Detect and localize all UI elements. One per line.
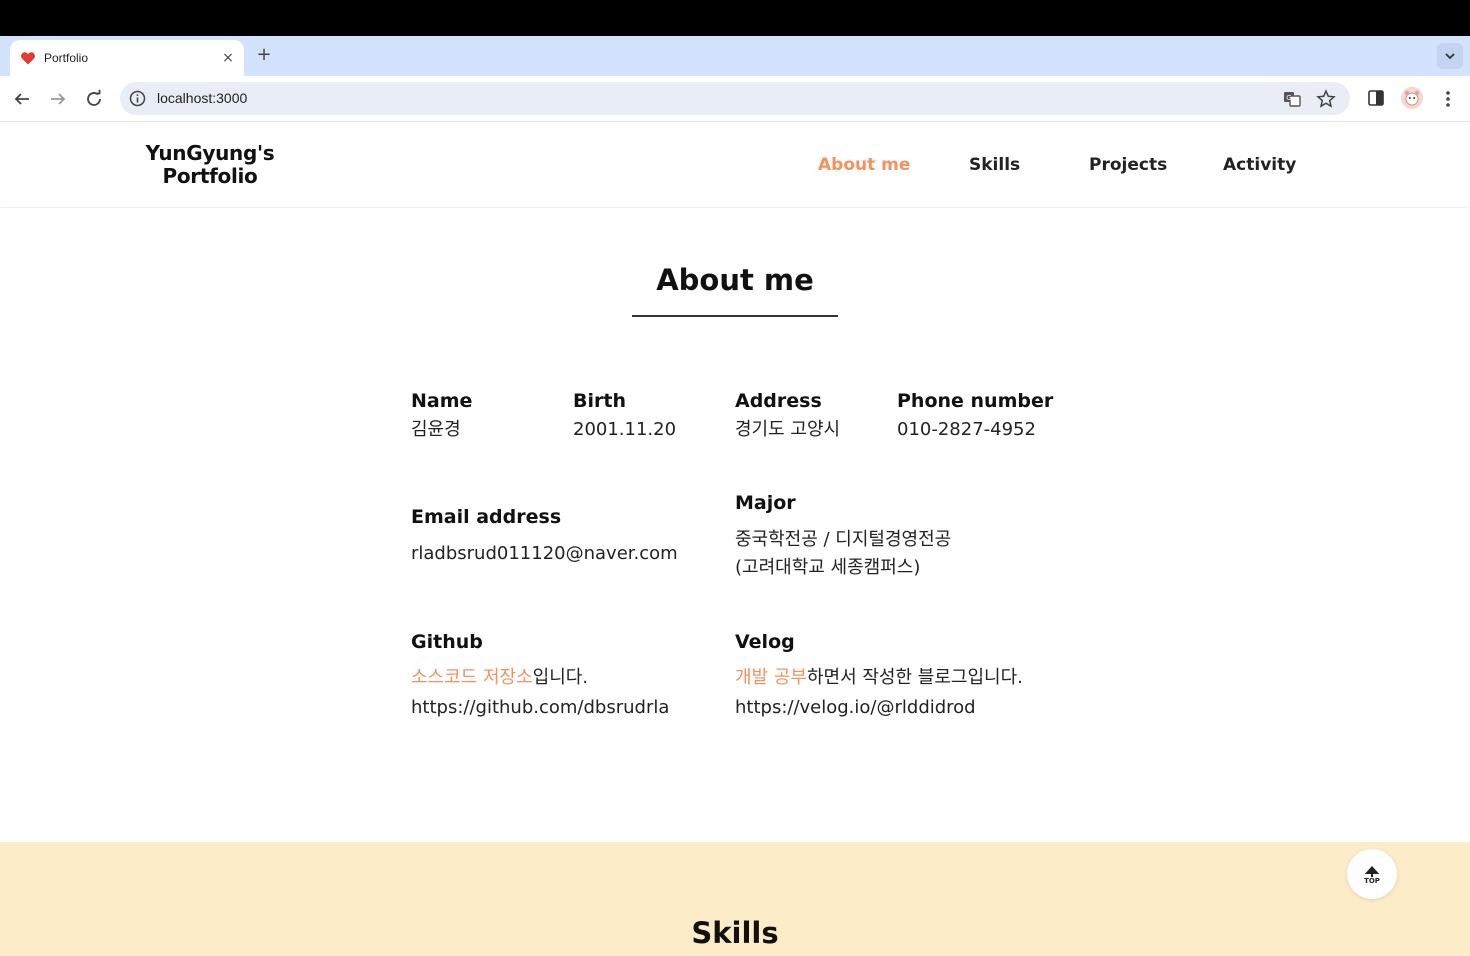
github-description-suffix: 입니다. <box>532 667 589 688</box>
velog-label: Velog <box>735 631 795 653</box>
tab-close-icon[interactable]: × <box>218 48 238 68</box>
browser-tabstrip: Portfolio × + <box>0 36 1470 76</box>
browser-tab[interactable]: Portfolio × <box>10 40 244 76</box>
translate-icon[interactable]: G <box>1282 89 1302 109</box>
github-description: 소스코드 저장소입니다. <box>411 664 588 692</box>
chevron-down-icon <box>1445 53 1455 60</box>
browser-toolbar: localhost:3000 G <box>0 76 1470 122</box>
email-value: rladbsrud011120@naver.com <box>411 543 678 564</box>
more-menu-icon[interactable] <box>1438 87 1458 111</box>
major-label: Major <box>735 492 796 514</box>
heart-icon <box>21 52 35 65</box>
nav-skills[interactable]: Skills <box>969 154 1020 176</box>
tab-search-button[interactable] <box>1437 43 1463 69</box>
address-label: Address <box>735 390 822 412</box>
nav-activity[interactable]: Activity <box>1223 154 1296 176</box>
address-bar[interactable]: localhost:3000 G <box>120 82 1350 115</box>
github-label: Github <box>411 631 483 653</box>
velog-description-suffix: 하면서 작성한 블로그입니다. <box>806 667 1023 688</box>
email-label: Email address <box>411 506 562 528</box>
address-value: 경기도 고양시 <box>735 419 841 440</box>
velog-description: 개발 공부하면서 작성한 블로그입니다. <box>735 664 1023 692</box>
site-logo[interactable]: YunGyung's Portfolio <box>130 142 290 188</box>
svg-text:G: G <box>1286 94 1291 102</box>
forward-arrow-icon[interactable] <box>46 87 70 111</box>
scroll-top-button[interactable]: TOP <box>1347 849 1397 899</box>
screen-top-bar <box>0 0 1470 36</box>
profile-avatar[interactable] <box>1401 87 1423 109</box>
tab-title: Portfolio <box>44 51 89 65</box>
velog-url: https://velog.io/@rlddidrod <box>735 697 976 718</box>
name-label: Name <box>411 390 473 412</box>
skills-title: Skills <box>691 916 779 950</box>
about-section: About me Name 김윤경 Birth 2001.11.20 Addre… <box>0 208 1470 842</box>
about-title: About me <box>656 263 814 297</box>
new-tab-button[interactable]: + <box>253 44 275 66</box>
scroll-top-label: TOP <box>1364 877 1380 885</box>
phone-value: 010-2827-4952 <box>897 419 1036 440</box>
birth-label: Birth <box>573 390 626 412</box>
side-panel-icon[interactable] <box>1366 88 1386 108</box>
major-value-line-2: (고려대학교 세종캠퍼스) <box>735 557 921 578</box>
skills-section: TOP Skills <box>0 842 1470 956</box>
bookmark-star-icon[interactable] <box>1315 88 1337 110</box>
velog-link[interactable]: 개발 공부 <box>735 667 807 688</box>
site-header: YunGyung's Portfolio About me Skills Pro… <box>0 123 1470 207</box>
logo-line-2: Portfolio <box>162 164 258 188</box>
reload-icon[interactable] <box>82 87 106 111</box>
github-url: https://github.com/dbsrudrla <box>411 697 670 718</box>
back-arrow-icon[interactable] <box>10 87 34 111</box>
birth-value: 2001.11.20 <box>573 419 677 440</box>
logo-line-1: YunGyung's <box>145 141 275 165</box>
arrow-up-icon <box>1364 866 1380 877</box>
major-value-line-1: 중국학전공 / 디지털경영전공 <box>735 529 952 550</box>
nav-projects[interactable]: Projects <box>1089 154 1167 176</box>
github-link[interactable]: 소스코드 저장소 <box>411 667 533 688</box>
about-title-underline <box>632 315 838 317</box>
url-text: localhost:3000 <box>157 90 248 106</box>
site-info-icon[interactable] <box>129 90 146 107</box>
name-value: 김윤경 <box>411 419 461 440</box>
avatar-icon <box>1401 87 1423 109</box>
nav-about-me[interactable]: About me <box>818 154 910 176</box>
phone-label: Phone number <box>897 390 1054 412</box>
